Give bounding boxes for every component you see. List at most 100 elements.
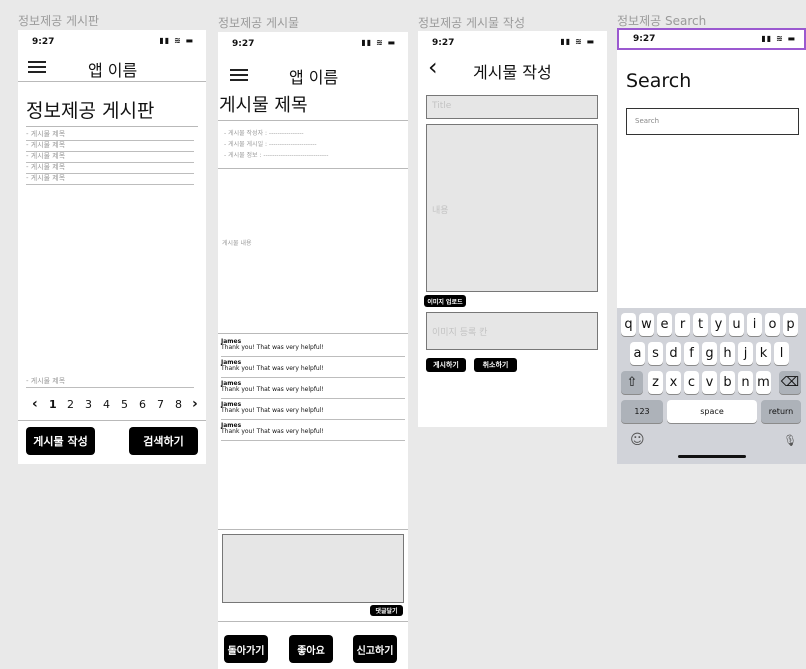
key-e[interactable]: e (657, 313, 672, 336)
frame-label-search: 정보제공 Search (617, 14, 707, 28)
page-link[interactable]: 3 (85, 398, 92, 411)
delete-key[interactable]: ⌫ (779, 371, 801, 394)
post-meta-info: - 게시물 정보 : -----------------------------… (224, 152, 329, 159)
divider (218, 168, 408, 169)
app-name: 앱 이름 (289, 68, 339, 87)
key-k[interactable]: k (756, 342, 771, 365)
microphone-icon[interactable]: 🎙 (783, 434, 797, 447)
key-w[interactable]: w (639, 313, 654, 336)
status-bar: 9:27 ▮▮ ≋ ▬ (418, 31, 607, 53)
key-b[interactable]: b (720, 371, 735, 394)
key-m[interactable]: m (756, 371, 771, 394)
page-link[interactable]: 5 (121, 398, 128, 411)
emoji-icon[interactable]: ☺ (630, 432, 645, 448)
search-button[interactable]: 검색하기 (129, 427, 198, 455)
post-screen: 9:27 ▮▮ ≋ ▬ 앱 이름 게시물 제목 - 게시물 작성자 : ----… (218, 32, 408, 669)
post-title: 게시물 제목 (219, 95, 308, 116)
content-placeholder: 내용 (432, 206, 449, 216)
divider (26, 126, 198, 127)
comment-item: James Thank you! That was very helpful! (221, 420, 405, 441)
key-s[interactable]: s (648, 342, 663, 365)
page-link[interactable]: 6 (139, 398, 146, 411)
add-comment-button[interactable]: 댓글달기 (370, 605, 403, 616)
key-v[interactable]: v (702, 371, 717, 394)
comment-input[interactable] (222, 534, 404, 603)
content-input[interactable]: 내용 (426, 124, 598, 292)
key-g[interactable]: g (702, 342, 717, 365)
hamburger-icon[interactable] (28, 61, 46, 74)
page-link[interactable]: 1 (49, 398, 57, 411)
key-r[interactable]: r (675, 313, 690, 336)
list-item[interactable]: - 게시물 제목 (26, 152, 194, 163)
status-time: 9:27 (432, 38, 455, 48)
divider (218, 120, 408, 121)
post-button[interactable]: 게시하기 (426, 358, 466, 372)
key-l[interactable]: l (774, 342, 789, 365)
comment-item: James Thank you! That was very helpful! (221, 336, 405, 357)
divider (218, 529, 408, 530)
key-h[interactable]: h (720, 342, 735, 365)
shift-key[interactable]: ⇧ (621, 371, 643, 394)
page-title: 정보제공 게시판 (26, 100, 155, 122)
comment-item: James Thank you! That was very helpful! (221, 378, 405, 399)
key-y[interactable]: y (711, 313, 726, 336)
pagination-next[interactable]: › (192, 396, 198, 412)
key-c[interactable]: c (684, 371, 699, 394)
write-screen: 9:27 ▮▮ ≋ ▬ ‹ 게시물 작성 Title 내용 이미지 업로드 이미… (418, 31, 607, 427)
key-t[interactable]: t (693, 313, 708, 336)
page-link[interactable]: 4 (103, 398, 110, 411)
divider (218, 621, 408, 622)
report-button[interactable]: 신고하기 (353, 635, 397, 663)
title-input[interactable]: Title (426, 95, 598, 119)
search-input[interactable]: Search (626, 108, 799, 135)
cancel-button[interactable]: 취소하기 (474, 358, 517, 372)
key-z[interactable]: z (648, 371, 663, 394)
key-a[interactable]: a (630, 342, 645, 365)
frame-label-board: 정보제공 게시판 (18, 14, 100, 28)
image-upload-button[interactable]: 이미지 업로드 (424, 295, 466, 307)
key-u[interactable]: u (729, 313, 744, 336)
pagination-prev[interactable]: ‹ (32, 396, 38, 412)
chevron-left-icon[interactable]: ‹ (428, 55, 438, 79)
key-i[interactable]: i (747, 313, 762, 336)
space-key[interactable]: space (667, 400, 757, 423)
board-screen: 9:27 ▮▮ ≋ ▬ 앱 이름 정보제공 게시판 - 게시물 제목 - 게시물… (18, 30, 206, 464)
key-n[interactable]: n (738, 371, 753, 394)
return-key[interactable]: return (761, 400, 801, 423)
key-j[interactable]: j (738, 342, 753, 365)
status-icons: ▮▮ ≋ ▬ (159, 36, 194, 45)
write-post-button[interactable]: 게시물 작성 (26, 427, 95, 455)
image-upload-area[interactable]: 이미지 등록 칸 (426, 312, 598, 350)
list-item[interactable]: - 게시물 제목 (26, 130, 194, 141)
frame-label-post: 정보제공 게시물 (218, 16, 300, 30)
divider (18, 420, 206, 421)
list-item[interactable]: - 게시물 제목 (26, 174, 194, 185)
comment-text: Thank you! That was very helpful! (221, 407, 324, 414)
key-d[interactable]: d (666, 342, 681, 365)
page-link[interactable]: 2 (67, 398, 74, 411)
hamburger-icon[interactable] (230, 69, 248, 82)
post-content: 게시물 내용 (222, 240, 252, 247)
key-p[interactable]: p (783, 313, 798, 336)
numbers-key[interactable]: 123 (621, 400, 663, 423)
key-o[interactable]: o (765, 313, 780, 336)
status-time: 9:27 (232, 39, 255, 49)
list-item[interactable]: - 게시물 제목 (26, 163, 194, 174)
key-q[interactable]: q (621, 313, 636, 336)
post-meta-author: - 게시물 작성자 : ---------------- (224, 130, 304, 137)
app-name: 앱 이름 (88, 61, 138, 80)
comment-item: James Thank you! That was very helpful! (221, 357, 405, 378)
comment-text: Thank you! That was very helpful! (221, 344, 324, 351)
key-x[interactable]: x (666, 371, 681, 394)
page-link[interactable]: 8 (175, 398, 182, 411)
home-indicator (678, 455, 746, 458)
page-link[interactable]: 7 (157, 398, 164, 411)
status-bar: 9:27 ▮▮ ≋ ▬ (18, 30, 206, 52)
list-item[interactable]: - 게시물 제목 (26, 377, 194, 388)
list-item[interactable]: - 게시물 제목 (26, 141, 194, 152)
divider (18, 81, 206, 82)
back-button[interactable]: 돌아가기 (224, 635, 268, 663)
key-f[interactable]: f (684, 342, 699, 365)
like-button[interactable]: 좋아요 (289, 635, 333, 663)
status-icons: ▮▮ ≋ ▬ (560, 37, 595, 46)
